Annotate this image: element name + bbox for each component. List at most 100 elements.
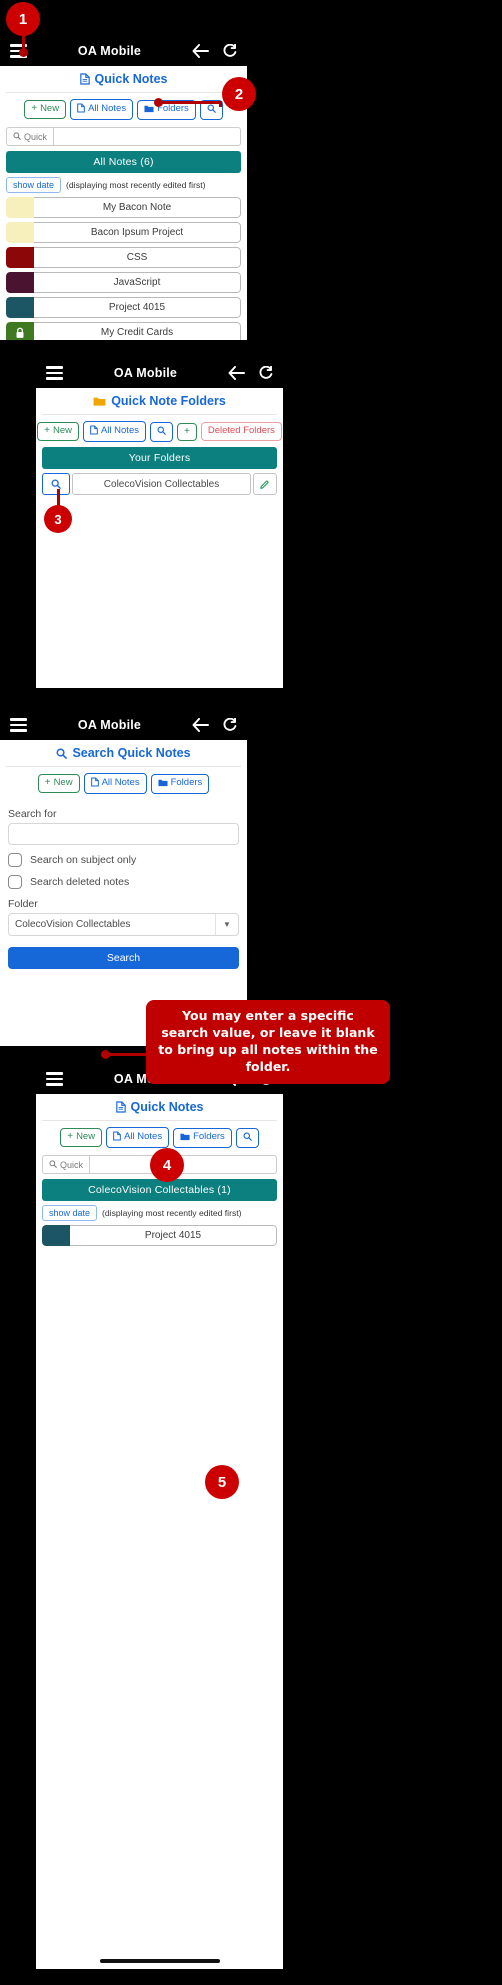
folder-icon [144, 104, 154, 116]
pencil-icon[interactable] [253, 473, 277, 495]
toolbar: + New All Notes Folders [36, 1121, 283, 1153]
note-row[interactable]: Project 4015 [6, 297, 241, 318]
add-folder-button[interactable]: + [176, 422, 197, 441]
search-for-input[interactable] [8, 823, 239, 845]
note-color-swatch [6, 247, 34, 268]
search-icon [157, 425, 166, 438]
page-title-text: Quick Notes [130, 1100, 204, 1114]
search-icon [49, 1159, 57, 1170]
reload-icon[interactable] [258, 365, 273, 381]
show-date-row: show date (displaying most recently edit… [0, 177, 247, 197]
search-submit-label: Search [106, 952, 141, 964]
note-title: My Bacon Note [34, 197, 241, 218]
folders-button[interactable]: Folders [150, 773, 210, 794]
note-document-icon [90, 777, 99, 790]
folders-button[interactable]: Folders [173, 1127, 232, 1148]
folder-search-button[interactable] [42, 473, 70, 495]
note-title: Project 4015 [70, 1225, 277, 1246]
folder-select[interactable]: ColecoVision Collectables ▼ [8, 913, 239, 936]
page-title-text: Search Quick Notes [72, 746, 191, 760]
search-button[interactable] [235, 1127, 259, 1148]
search-icon [243, 1131, 252, 1144]
note-document-icon [113, 1131, 121, 1144]
app-title: OA Mobile [77, 718, 142, 732]
note-color-swatch [42, 1225, 70, 1246]
callout-badge-1: 1 [6, 2, 40, 36]
search-icon [207, 103, 216, 116]
search-deleted-notes-row: Search deleted notes [0, 867, 247, 889]
back-arrow-icon[interactable] [228, 366, 245, 380]
hamburger-icon[interactable] [10, 718, 27, 732]
tooltip-search-hint: You may enter a specific search value, o… [146, 1000, 390, 1084]
page-title: Quick Note Folders [36, 388, 283, 414]
all-notes-button[interactable]: All Notes [82, 421, 146, 442]
toolbar: + New All Notes Folders [0, 93, 247, 125]
new-button[interactable]: + New [24, 100, 67, 119]
your-folders-banner: Your Folders [42, 447, 277, 469]
hamburger-icon[interactable] [46, 1072, 63, 1086]
search-submit-button[interactable]: Search [8, 947, 239, 969]
hamburger-icon[interactable] [46, 366, 63, 380]
show-date-button[interactable]: show date [6, 177, 62, 193]
note-row[interactable]: Bacon Ipsum Project [6, 222, 241, 243]
plus-icon: + [31, 103, 38, 115]
new-button[interactable]: + New [37, 422, 79, 441]
quick-search-button[interactable]: Quick [42, 1155, 90, 1174]
panel-folder-results: OA Mobile Quick Notes + New All Notes Fo… [36, 1064, 283, 1969]
callout-leader [219, 101, 222, 107]
page-title: Quick Notes [0, 66, 247, 92]
note-row[interactable]: My Bacon Note [6, 197, 241, 218]
note-row[interactable]: JavaScript [6, 272, 241, 293]
toolbar: + New All Notes Folders [0, 767, 247, 799]
plus-icon: + [67, 1131, 74, 1143]
search-deleted-notes-label: Search deleted notes [30, 876, 130, 888]
callout-anchor-dot [19, 48, 28, 57]
note-title: Project 4015 [34, 297, 241, 318]
new-button[interactable]: + New [60, 1128, 103, 1147]
new-button[interactable]: + New [37, 774, 80, 793]
all-notes-banner: All Notes (6) [6, 151, 241, 173]
app-bar-actions [192, 717, 237, 733]
note-title: CSS [34, 247, 241, 268]
page-title: Search Quick Notes [0, 740, 247, 766]
note-document-icon [115, 1101, 126, 1113]
reload-icon[interactable] [222, 717, 237, 733]
home-indicator [99, 1959, 220, 1963]
callout-badge-5: 5 [205, 1465, 239, 1499]
note-document-icon [90, 425, 98, 438]
search-subject-only-checkbox[interactable] [8, 853, 22, 867]
note-row[interactable]: Project 4015 [42, 1225, 277, 1246]
search-button[interactable] [149, 421, 173, 442]
reload-icon[interactable] [222, 43, 237, 59]
back-arrow-icon[interactable] [192, 718, 209, 732]
folder-row: ColecoVision Collectables [42, 473, 277, 495]
folder-name[interactable]: ColecoVision Collectables [72, 473, 251, 495]
note-row[interactable]: My Credit Cards [6, 322, 241, 340]
note-color-swatch [6, 272, 34, 293]
panel-quick-note-folders: OA Mobile Quick Note Folders + New All No… [36, 358, 283, 688]
note-row[interactable]: CSS [6, 247, 241, 268]
folder-icon [93, 396, 106, 407]
all-notes-button[interactable]: All Notes [83, 773, 147, 794]
chevron-down-icon: ▼ [223, 920, 231, 929]
quick-search-button[interactable]: Quick [6, 127, 54, 146]
all-notes-button[interactable]: All Notes [70, 99, 134, 120]
search-deleted-notes-checkbox[interactable] [8, 875, 22, 889]
back-arrow-icon[interactable] [192, 44, 209, 58]
callout-leader [158, 101, 222, 104]
app-bar: OA Mobile [36, 358, 283, 388]
note-title: JavaScript [34, 272, 241, 293]
sort-hint: (displaying most recently edited first) [66, 180, 206, 190]
callout-badge-4: 4 [150, 1148, 184, 1182]
app-bar: OA Mobile [0, 710, 247, 740]
show-date-button[interactable]: show date [42, 1205, 98, 1221]
plus-icon: + [44, 777, 51, 789]
toolbar: + New All Notes + Deleted Folders [36, 415, 283, 447]
search-subject-only-label: Search on subject only [30, 854, 137, 866]
all-notes-button[interactable]: All Notes [106, 1127, 170, 1148]
panel-search-quick-notes: OA Mobile Search Quick Notes + New All No… [0, 710, 247, 1046]
deleted-folders-button[interactable]: Deleted Folders [200, 422, 282, 441]
callout-badge-3: 3 [44, 505, 72, 533]
quick-search-input[interactable] [53, 127, 241, 146]
app-title: OA Mobile [113, 366, 178, 380]
